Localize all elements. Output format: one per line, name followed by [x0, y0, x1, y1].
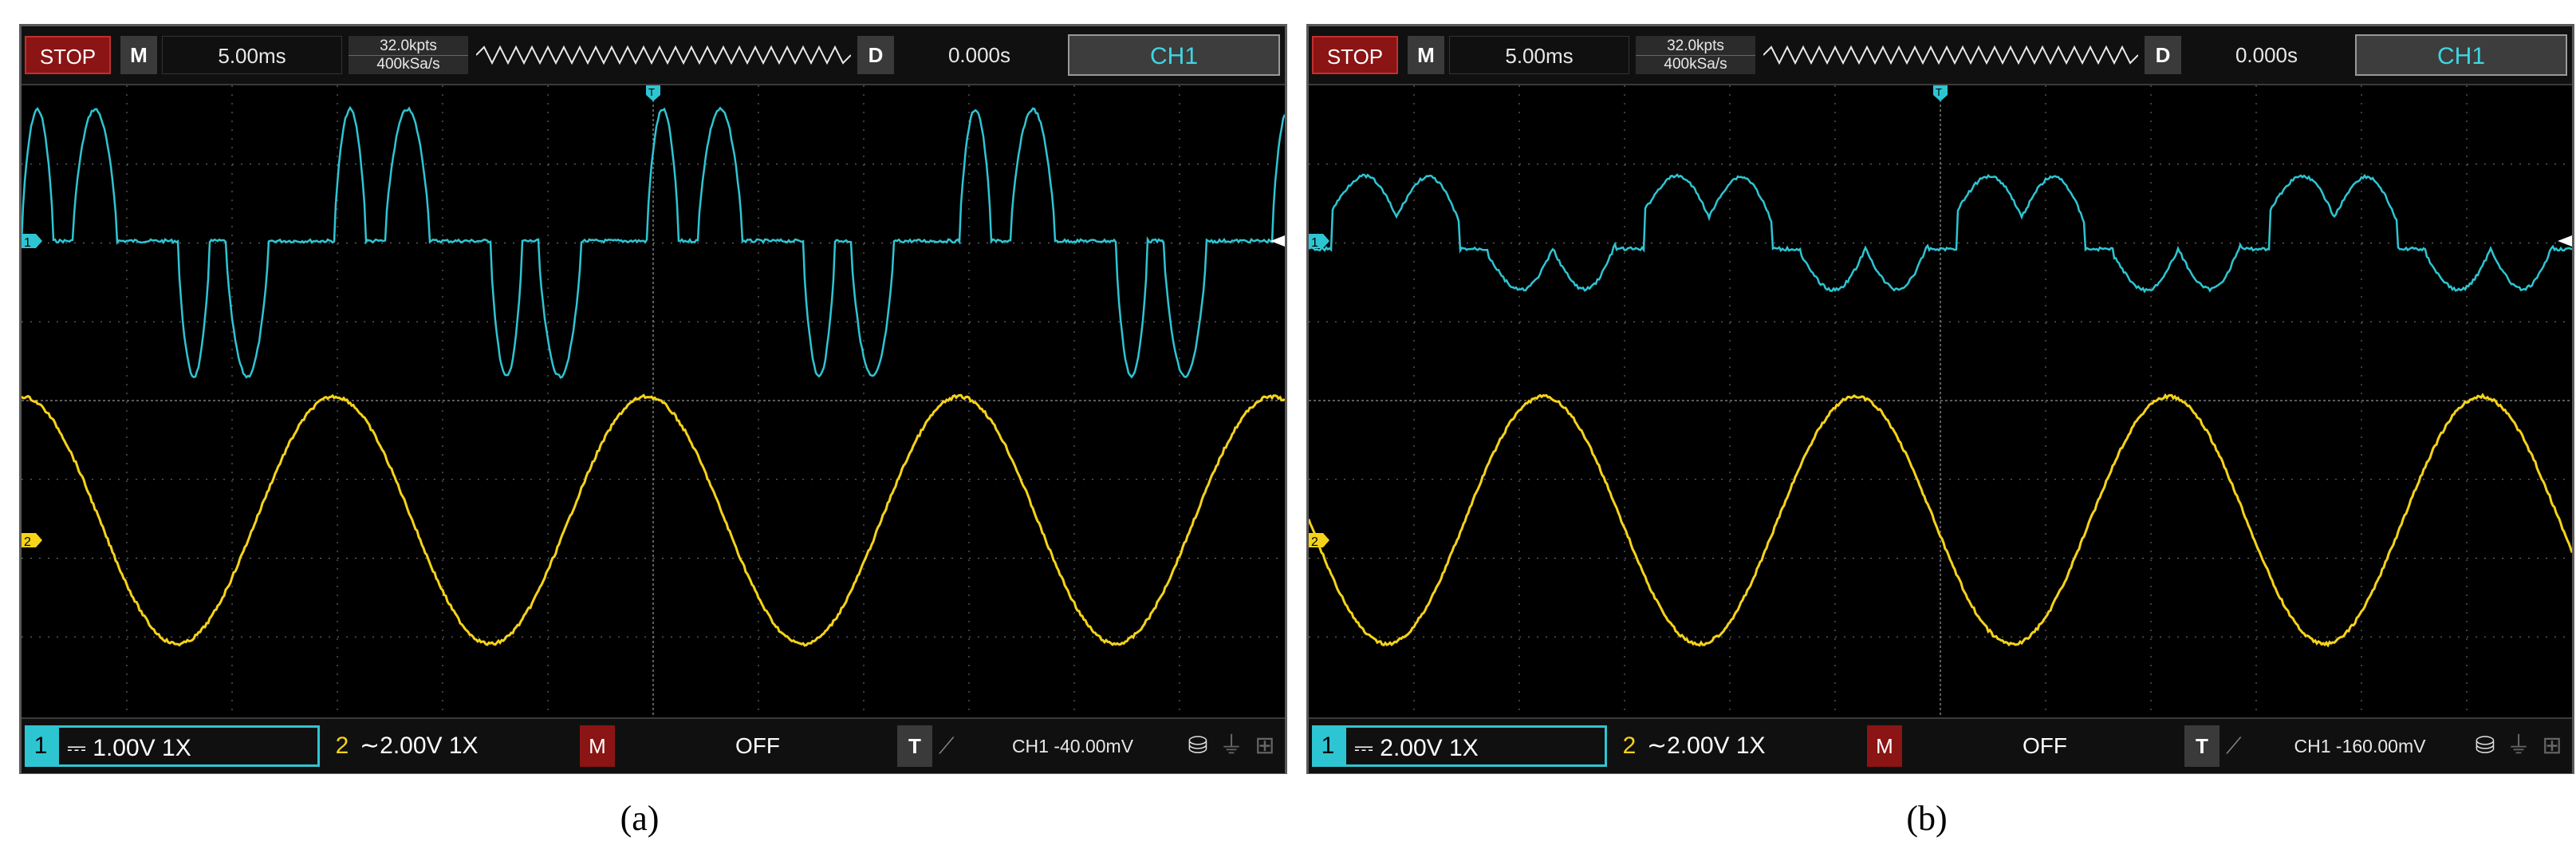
sample-rate: 400kSa/s	[1664, 56, 1727, 73]
ch2-scale-value: 2.00V 1X	[380, 733, 479, 759]
trigger-button[interactable]: T	[897, 725, 932, 767]
ch2-scale-value: 2.00V 1X	[1667, 733, 1766, 759]
math-button[interactable]: M	[1867, 725, 1902, 767]
usb-icon: ⏚	[2507, 733, 2531, 759]
bottom-status-bar: 1 ⎓ 1.00V 1X 2 ∼2.00V 1X M OFF T ⟋ CH1 -…	[22, 717, 1285, 773]
top-status-bar: STOP M 5.00ms 32.0kpts 400kSa/s D 0.000s…	[1309, 26, 2572, 85]
delay-value: 0.000s	[947, 43, 1011, 67]
caption-a: (a)	[620, 799, 660, 838]
trigger-edge-icon: ⟋	[2226, 733, 2242, 758]
waveform-overview-icon	[1763, 45, 2138, 65]
ch2-button[interactable]: 2	[1613, 725, 1645, 767]
oscilloscope-panel-b: STOP M 5.00ms 32.0kpts 400kSa/s D 0.000s…	[1306, 24, 2574, 774]
timebase-value[interactable]: 5.00ms	[162, 36, 342, 74]
ch1-ground-marker: 1	[22, 234, 42, 250]
status-icons: ⛁ ⏚ ⊞	[1181, 725, 1282, 767]
delay-button[interactable]: D	[2145, 36, 2181, 74]
memory-depth: 32.0kpts	[1636, 38, 1755, 56]
usb-icon: ⏚	[1219, 733, 1243, 759]
acquire-mode-button[interactable]: M	[1408, 36, 1444, 74]
trigger-level-value: CH1 -40.00mV	[1011, 736, 1134, 756]
trigger-level-arrow	[2558, 235, 2572, 247]
trigger-button[interactable]: T	[2184, 725, 2220, 767]
trigger-marker-label: T	[1936, 86, 1942, 98]
memory-info: 32.0kpts 400kSa/s	[1636, 36, 1755, 74]
graticule	[1309, 85, 2572, 716]
waveform-display: 1 2 T	[22, 85, 1285, 716]
ch2-button[interactable]: 2	[326, 725, 358, 767]
memory-info: 32.0kpts 400kSa/s	[349, 36, 468, 74]
delay-button[interactable]: D	[857, 36, 894, 74]
usb-drive-icon: ⛁	[1188, 733, 1208, 759]
ch1-marker-label: 1	[1311, 236, 1318, 250]
dc-coupling-icon: ⎓	[67, 735, 93, 761]
trigger-position-marker: T	[1933, 85, 1948, 101]
top-status-bar: STOP M 5.00ms 32.0kpts 400kSa/s D 0.000s…	[22, 26, 1285, 85]
ac-coupling-icon: ∼	[360, 733, 380, 759]
caption-b: (b)	[1906, 799, 1948, 838]
acquire-mode-button[interactable]: M	[120, 36, 157, 74]
delay-value: 0.000s	[2235, 43, 2298, 67]
math-button[interactable]: M	[580, 725, 615, 767]
waveform-display: 1 2 T	[1309, 85, 2572, 716]
ch1-scale-box[interactable]: ⎓ 1.00V 1X	[57, 725, 320, 767]
ch2-marker-label: 2	[1311, 535, 1318, 549]
ch1-marker-label: 1	[24, 236, 31, 250]
memory-depth: 32.0kpts	[349, 38, 468, 56]
timebase-value[interactable]: 5.00ms	[1449, 36, 1629, 74]
ch1-scale-box[interactable]: ⎓ 2.00V 1X	[1344, 725, 1607, 767]
ch2-scale-box[interactable]: ∼2.00V 1X	[1647, 725, 1862, 767]
ch2-ground-marker: 2	[22, 533, 42, 549]
channel-select-button[interactable]: CH1	[2355, 34, 2567, 76]
usb-drive-icon: ⛁	[2475, 733, 2495, 759]
bottom-status-bar: 1 ⎓ 2.00V 1X 2 ∼2.00V 1X M OFF T ⟋ CH1 -…	[1309, 717, 2572, 773]
dc-coupling-icon: ⎓	[1354, 735, 1381, 761]
channel-select-button[interactable]: CH1	[1068, 34, 1280, 76]
sample-rate: 400kSa/s	[376, 56, 440, 73]
trigger-level-value: CH1 -160.00mV	[2294, 736, 2426, 756]
network-icon: ⊞	[2542, 733, 2562, 759]
ch1-scale-value: 1.00V 1X	[93, 735, 191, 761]
ch2-ground-marker: 2	[1309, 533, 1329, 549]
ch2-scale-box[interactable]: ∼2.00V 1X	[360, 725, 575, 767]
run-stop-button[interactable]: STOP	[1312, 36, 1398, 74]
ch1-button[interactable]: 1	[1312, 725, 1344, 767]
status-icons: ⛁ ⏚ ⊞	[2468, 725, 2569, 767]
math-status: OFF	[735, 733, 780, 758]
network-icon: ⊞	[1255, 733, 1275, 759]
math-status: OFF	[2023, 733, 2067, 758]
ch1-button[interactable]: 1	[25, 725, 57, 767]
trigger-marker-label: T	[648, 86, 655, 98]
run-stop-button[interactable]: STOP	[25, 36, 111, 74]
trigger-position-marker: T	[646, 85, 660, 101]
ch2-marker-label: 2	[24, 535, 31, 549]
trigger-edge-icon: ⟋	[939, 733, 955, 758]
waveform-overview-icon	[476, 45, 851, 65]
ch1-scale-value: 2.00V 1X	[1380, 735, 1479, 761]
ac-coupling-icon: ∼	[1647, 733, 1668, 759]
oscilloscope-panel-a: STOP M 5.00ms 32.0kpts 400kSa/s D 0.000s…	[19, 24, 1287, 774]
